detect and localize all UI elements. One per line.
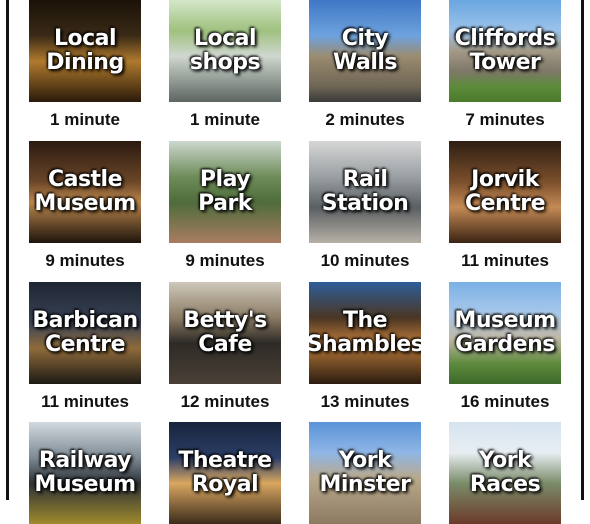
attraction-title-line2: Dining (46, 50, 124, 75)
attraction-title: Museum Gardens (449, 282, 561, 384)
attraction-title-line2: Park (198, 191, 252, 216)
travel-time: 7 minutes (465, 110, 545, 129)
attraction-card-the-shambles[interactable]: The Shambles 13 minutes (300, 282, 430, 412)
attraction-image: Castle Museum (29, 141, 141, 243)
travel-time: 2 minutes (325, 110, 405, 129)
attraction-image: Theatre Royal (169, 422, 281, 524)
attraction-title-line2: Museum (34, 472, 136, 497)
attraction-title: Railway Museum (29, 422, 141, 524)
attraction-title: Barbican Centre (29, 282, 141, 384)
attractions-grid: Local Dining 1 minute Local shops 1 minu… (20, 0, 580, 524)
attraction-title-line1: Theatre (178, 448, 272, 474)
attraction-image: Local Dining (29, 0, 141, 102)
attraction-title-line2: Walls (332, 50, 398, 75)
attraction-title-line2: Royal (191, 472, 259, 497)
attraction-image: Barbican Centre (29, 282, 141, 384)
attraction-title: City Walls (309, 0, 421, 102)
attraction-card-castle-museum[interactable]: Castle Museum 9 minutes (20, 141, 150, 271)
attraction-title: Betty's Cafe (169, 282, 281, 384)
attraction-image: City Walls (309, 0, 421, 102)
attraction-title-line2: Centre (44, 332, 126, 357)
attraction-title-line2: Cafe (198, 332, 252, 357)
attraction-card-theatre-royal[interactable]: Theatre Royal (160, 422, 290, 524)
attraction-title-line1: Local (193, 26, 257, 52)
attraction-title: Jorvik Centre (449, 141, 561, 243)
travel-time: 12 minutes (180, 392, 270, 411)
travel-time: 1 minute (50, 110, 120, 129)
attraction-image: Local shops (169, 0, 281, 102)
attraction-image: Betty's Cafe (169, 282, 281, 384)
attraction-title: Play Park (169, 141, 281, 243)
travel-time: 1 minute (190, 110, 260, 129)
attraction-card-bettys-cafe[interactable]: Betty's Cafe 12 minutes (160, 282, 290, 412)
attraction-image: Museum Gardens (449, 282, 561, 384)
travel-time: 10 minutes (320, 251, 410, 270)
attraction-image: Jorvik Centre (449, 141, 561, 243)
attraction-title-line1: York (338, 448, 392, 474)
attraction-title: York Races (449, 422, 561, 524)
attraction-card-rail-station[interactable]: Rail Station 10 minutes (300, 141, 430, 271)
attraction-title: Local shops (169, 0, 281, 102)
attraction-title-line1: Jorvik (471, 167, 539, 193)
travel-time: 9 minutes (45, 251, 125, 270)
attraction-image: Rail Station (309, 141, 421, 243)
travel-time: 11 minutes (41, 392, 129, 411)
attraction-card-york-minster[interactable]: York Minster (300, 422, 430, 524)
attraction-title-line2: Tower (469, 50, 541, 75)
attraction-title: Local Dining (29, 0, 141, 102)
attraction-card-local-shops[interactable]: Local shops 1 minute (160, 0, 290, 130)
attraction-title-line1: The (342, 308, 388, 334)
attraction-title-line2: shops (189, 50, 261, 75)
attraction-title: York Minster (309, 422, 421, 524)
attraction-title-line1: Museum (454, 308, 556, 334)
attraction-card-barbican-centre[interactable]: Barbican Centre 11 minutes (20, 282, 150, 412)
attraction-image: York Minster (309, 422, 421, 524)
travel-time: 16 minutes (460, 392, 550, 411)
attraction-card-york-races[interactable]: York Races (440, 422, 570, 524)
attraction-title-line2: Gardens (455, 332, 555, 357)
attraction-image: Play Park (169, 141, 281, 243)
attraction-card-cliffords-tower[interactable]: Cliffords Tower 7 minutes (440, 0, 570, 130)
attraction-title: Castle Museum (29, 141, 141, 243)
attraction-title-line1: City (341, 26, 389, 52)
attraction-title-line2: Minster (319, 472, 411, 497)
attraction-title-line1: Play (199, 167, 251, 193)
attraction-card-play-park[interactable]: Play Park 9 minutes (160, 141, 290, 271)
attraction-title: Cliffords Tower (449, 0, 561, 102)
attraction-image: Railway Museum (29, 422, 141, 524)
attraction-title-line1: Railway (38, 448, 132, 474)
attraction-title: Theatre Royal (169, 422, 281, 524)
attraction-title-line2: Station (321, 191, 409, 216)
attraction-title-line1: Local (53, 26, 117, 52)
attraction-card-museum-gardens[interactable]: Museum Gardens 16 minutes (440, 282, 570, 412)
travel-time: 11 minutes (461, 251, 549, 270)
attraction-title-line2: Centre (464, 191, 546, 216)
attraction-title-line2: Shambles (309, 332, 421, 357)
attraction-card-railway-museum[interactable]: Railway Museum (20, 422, 150, 524)
attraction-card-jorvik-centre[interactable]: Jorvik Centre 11 minutes (440, 141, 570, 271)
attraction-image: York Races (449, 422, 561, 524)
attraction-image: The Shambles (309, 282, 421, 384)
attraction-title-line1: Rail (342, 167, 388, 193)
attraction-card-city-walls[interactable]: City Walls 2 minutes (300, 0, 430, 130)
attraction-title-line2: Museum (34, 191, 136, 216)
attraction-title-line1: Barbican (32, 308, 138, 334)
attraction-title: Rail Station (309, 141, 421, 243)
attraction-title: The Shambles (309, 282, 421, 384)
travel-time: 13 minutes (320, 392, 410, 411)
attraction-title-line1: York (478, 448, 532, 474)
attraction-title-line1: Betty's (183, 308, 267, 334)
travel-time: 9 minutes (185, 251, 265, 270)
attraction-image: Cliffords Tower (449, 0, 561, 102)
attraction-title-line2: Races (469, 472, 541, 497)
attraction-title-line1: Castle (47, 167, 123, 193)
attraction-title-line1: Cliffords (454, 26, 556, 52)
attraction-card-local-dining[interactable]: Local Dining 1 minute (20, 0, 150, 130)
